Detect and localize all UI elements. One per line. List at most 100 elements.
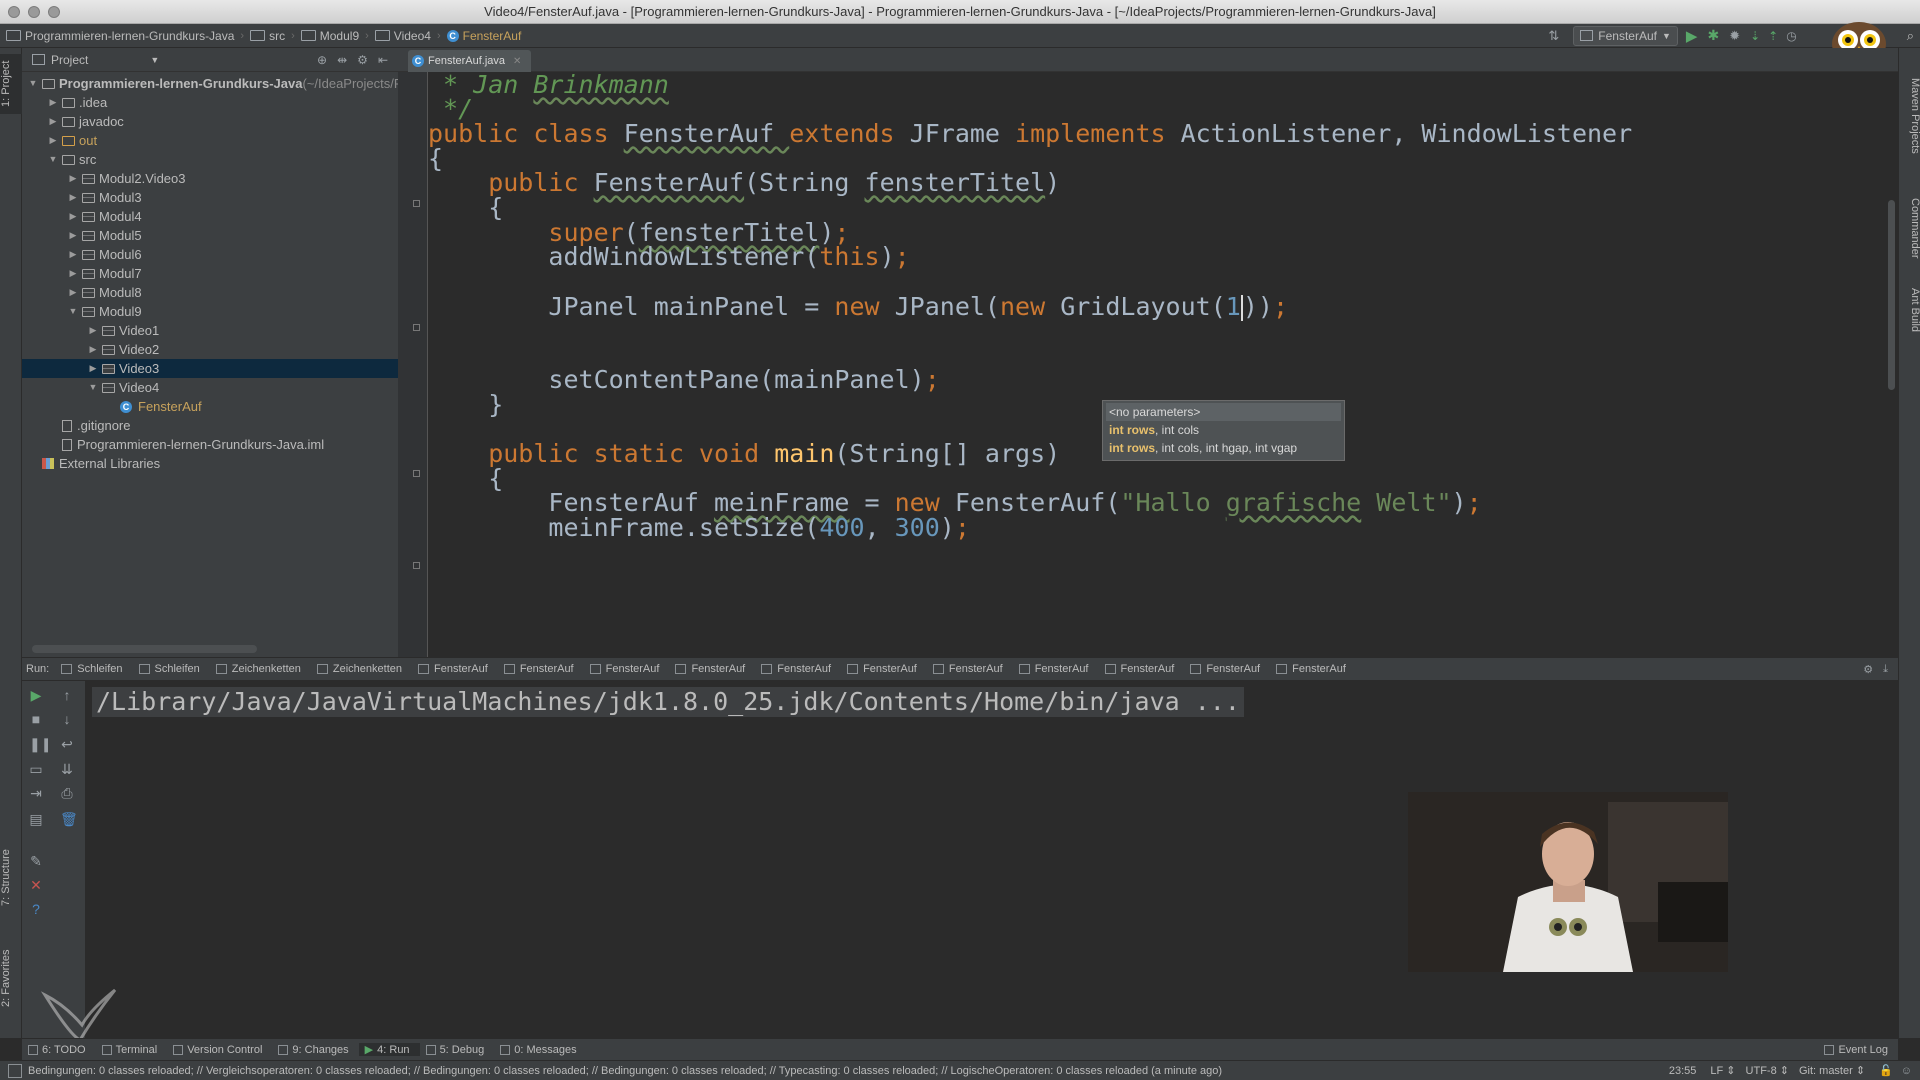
collapsed-arrow-icon[interactable]: ▶ [46,112,60,131]
run-tab[interactable]: FensterAuf [584,663,670,675]
pin-icon[interactable]: ✎ [29,853,43,870]
collapsed-arrow-icon[interactable]: ▶ [86,321,100,340]
inspector-icon[interactable]: ☺ [1901,1065,1912,1077]
tree-node[interactable]: ▼ Video4 [86,378,160,397]
run-tab[interactable]: Zeichenketten [311,663,412,675]
commander-tab[interactable]: Commander [1901,198,1920,278]
favorites-tool-tab[interactable]: 2: Favorites [0,938,22,1018]
run-icon[interactable]: ▶ [1686,27,1698,45]
arrow-up-icon[interactable]: ↑ [60,687,74,703]
zoom-window-icon[interactable] [48,6,60,18]
breadcrumb-project[interactable]: Programmieren-lernen-Grundkurs-Java [0,29,240,43]
search-everywhere-icon[interactable]: ⌕ [1907,28,1914,44]
expanded-arrow-icon[interactable]: ▼ [66,302,80,321]
fold-marker-icon[interactable] [413,324,420,331]
pause-icon[interactable]: ❚❚ [29,736,52,753]
run-config-select[interactable]: FensterAuf ▼ [1573,25,1678,46]
run-tab[interactable]: Schleifen [55,663,132,675]
help-icon[interactable]: ? [29,901,43,917]
tree-node[interactable]: External Libraries [26,454,160,473]
run-tab[interactable]: FensterAuf [841,663,927,675]
caret-position[interactable]: 23:55 [1669,1065,1697,1077]
lock-icon[interactable]: 🔓 [1879,1064,1893,1077]
fold-marker-icon[interactable] [413,200,420,207]
collapsed-arrow-icon[interactable]: ▶ [66,245,80,264]
tree-node[interactable]: ▼ Modul9 [66,302,142,321]
tree-node[interactable]: ▶ Modul8 [66,283,142,302]
project-horizontal-scrollbar[interactable] [32,645,257,653]
tree-node[interactable]: ▶ Modul7 [66,264,142,283]
chevron-down-icon[interactable]: ▼ [150,55,159,65]
tool-window-button[interactable]: 6: TODO [22,1044,96,1056]
vcs-update-icon[interactable]: ⇣ [1750,29,1760,43]
expanded-arrow-icon[interactable]: ▼ [46,150,60,169]
collapsed-arrow-icon[interactable]: ▶ [66,283,80,302]
fold-marker-icon[interactable] [413,470,420,477]
tree-node[interactable]: ▶ javadoc [46,112,124,131]
run-tab[interactable]: FensterAuf [412,663,498,675]
code-editor[interactable]: * Jan Brinkmann */public class FensterAu… [428,72,1888,657]
run-tab[interactable]: FensterAuf [1013,663,1099,675]
run-tab[interactable]: FensterAuf [669,663,755,675]
tree-node[interactable]: ▶ .idea [46,93,108,112]
run-tab[interactable]: FensterAuf [755,663,841,675]
tool-window-button[interactable]: 0: Messages [494,1044,586,1056]
tool-window-button[interactable]: 5: Debug [420,1044,495,1056]
soft-wrap-icon[interactable]: ↩ [60,736,74,753]
tree-node[interactable]: ▶ Modul5 [66,226,142,245]
print-icon[interactable]: ⎙ [60,785,74,802]
scroll-to-end-icon[interactable]: ⇊ [60,761,74,778]
tree-node[interactable]: ▶ Modul4 [66,207,142,226]
close-run-icon[interactable]: ✕ [29,877,43,894]
run-tab[interactable]: FensterAuf [498,663,584,675]
collapsed-arrow-icon[interactable]: ▶ [46,131,60,150]
minimize-window-icon[interactable] [28,6,40,18]
project-view-select[interactable]: Project [51,53,88,67]
close-window-icon[interactable] [8,6,20,18]
collapsed-arrow-icon[interactable]: ▶ [66,226,80,245]
tree-node[interactable]: ▶ Video1 [86,321,160,340]
tree-node[interactable]: ▼ Programmieren-lernen-Grundkurs-Java (~/… [26,74,398,93]
tree-node[interactable]: Programmieren-lernen-Grundkurs-Java.iml [46,435,324,454]
vcs-branch[interactable]: Git: master ⇕ [1799,1064,1865,1077]
run-tab[interactable]: Zeichenketten [210,663,311,675]
rerun-icon[interactable]: ▶ [29,687,43,704]
tree-node[interactable]: .gitignore [46,416,130,435]
editor-vertical-scrollbar[interactable] [1888,200,1895,390]
tree-node[interactable]: ▶ Video3 [86,359,160,378]
run-tab[interactable]: Schleifen [133,663,210,675]
maven-projects-tab[interactable]: Maven Projects [1901,78,1920,188]
gear-icon[interactable]: ⚙ [1863,663,1873,676]
tool-window-button[interactable]: 9: Changes [272,1044,358,1056]
tree-node[interactable]: ▶ out [46,131,98,150]
collapsed-arrow-icon[interactable]: ▶ [66,188,80,207]
exit-icon[interactable]: ⇥ [29,785,43,802]
tab-fensterauf-java[interactable]: C FensterAuf.java ✕ [408,50,532,72]
run-tab[interactable]: FensterAuf [1099,663,1185,675]
dump-threads-icon[interactable]: ▭ [29,761,43,778]
hide-panel-icon[interactable]: ⇤ [378,53,388,67]
tree-node[interactable]: ▶ Modul2.Video3 [66,169,186,188]
ant-build-tab[interactable]: Ant Build [1901,288,1920,358]
project-tool-tab[interactable]: 1: Project [0,54,22,114]
event-log-button[interactable]: Event Log [1818,1044,1898,1056]
vcs-history-icon[interactable]: ◷ [1786,29,1796,43]
collapsed-arrow-icon[interactable]: ▶ [66,169,80,188]
vcs-commit-icon[interactable]: ⇡ [1768,29,1778,43]
collapsed-arrow-icon[interactable]: ▶ [46,93,60,112]
run-tab[interactable]: FensterAuf [1184,663,1270,675]
collapsed-arrow-icon[interactable]: ▶ [86,340,100,359]
stop-icon[interactable]: ■ [29,711,43,727]
tree-node[interactable]: ▶ Video2 [86,340,160,359]
fold-marker-icon[interactable] [413,562,420,569]
breadcrumb-modul9[interactable]: Modul9 [295,29,365,43]
collapsed-arrow-icon[interactable]: ▶ [86,359,100,378]
run-tab[interactable]: FensterAuf [927,663,1013,675]
expanded-arrow-icon[interactable]: ▼ [26,74,40,93]
structure-tool-tab[interactable]: 7: Structure [0,838,22,918]
tree-node[interactable]: C FensterAuf [106,397,202,416]
breadcrumb-src[interactable]: src [244,29,291,43]
close-tab-icon[interactable]: ✕ [513,56,521,67]
coverage-icon[interactable]: ✹ [1729,28,1740,44]
clear-all-icon[interactable]: 🗑 [60,811,78,828]
